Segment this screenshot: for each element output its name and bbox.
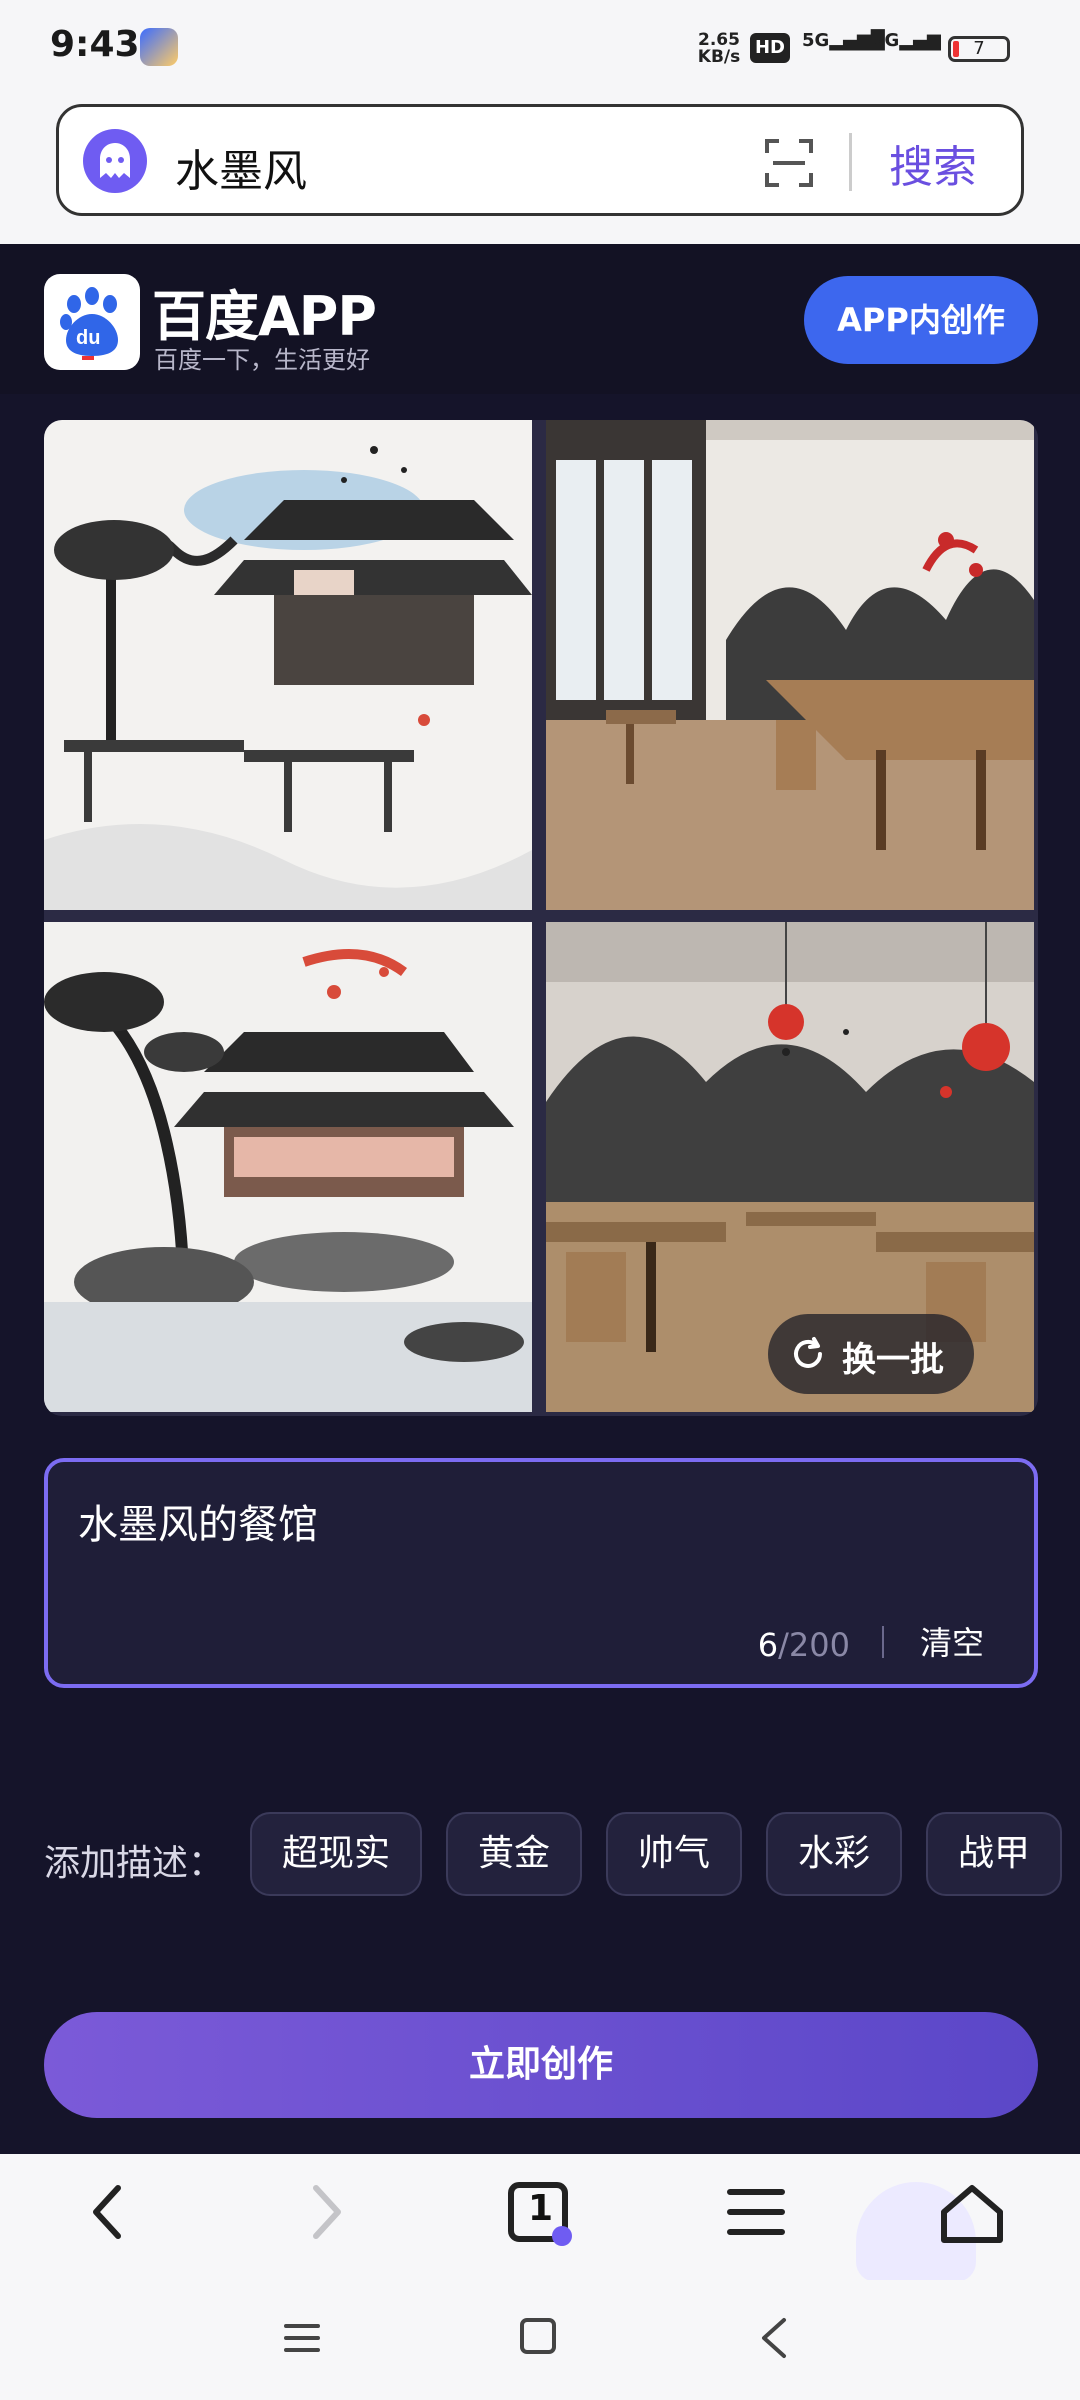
app-notification-icon (140, 28, 178, 66)
tag-armor[interactable]: 战甲 (926, 1812, 1062, 1896)
browser-search-bar: 水墨风 搜索 (0, 98, 1080, 244)
hd-badge: HD (750, 33, 790, 63)
scan-icon[interactable] (759, 133, 819, 193)
network-speed: 2.65 KB/s (697, 30, 741, 67)
svg-text:du: du (76, 327, 100, 349)
tabs-count: 1 (528, 2188, 554, 2229)
search-box[interactable]: 水墨风 搜索 (56, 104, 1024, 216)
refresh-icon (794, 1337, 822, 1368)
generated-image-grid (44, 420, 1038, 1416)
search-button[interactable]: 搜索 (889, 131, 977, 195)
browser-bottom-nav: 1 (0, 2154, 1080, 2282)
system-nav-bar (0, 2280, 1080, 2400)
clear-button[interactable]: 清空 (920, 1618, 984, 1664)
back-icon[interactable] (88, 2182, 128, 2242)
counter-divider (882, 1626, 884, 1658)
battery-icon: 7 (948, 36, 1010, 62)
baidu-logo-icon: du (44, 274, 140, 370)
menu-icon[interactable] (726, 2182, 786, 2242)
search-divider (849, 133, 852, 191)
tag-watercolor[interactable]: 水彩 (766, 1812, 902, 1896)
ai-creation-panel: du 百度APP 百度一下，生活更好 APP内创作 换一批 水墨风的餐馆 6/2… (0, 244, 1080, 2154)
add-description-label: 添加描述： (44, 1843, 225, 1884)
recent-apps-icon[interactable] (282, 2318, 322, 2358)
brand-slogan: 百度一下，生活更好 (154, 346, 370, 374)
char-counter: 6/200 (757, 1626, 850, 1664)
back-nav-icon[interactable] (756, 2316, 792, 2360)
create-now-button[interactable]: 立即创作 (44, 2012, 1038, 2118)
generated-image-3[interactable] (44, 922, 532, 1412)
create-in-app-button[interactable]: APP内创作 (804, 276, 1038, 364)
tag-surreal[interactable]: 超现实 (250, 1812, 422, 1896)
clock: 9:43 (50, 24, 140, 65)
tag-gold[interactable]: 黄金 (446, 1812, 582, 1896)
tag-handsome[interactable]: 帅气 (606, 1812, 742, 1896)
status-bar: 9:43 2.65 KB/s HD 5G▂▄▆█ 5G▂▄▆ 7 (0, 0, 1080, 98)
prompt-text[interactable]: 水墨风的餐馆 (78, 1492, 318, 1550)
forward-icon[interactable] (306, 2182, 346, 2242)
prompt-textarea[interactable]: 水墨风的餐馆 6/200 清空 (44, 1458, 1038, 1688)
ghost-logo-icon[interactable] (83, 129, 147, 193)
search-input[interactable]: 水墨风 (175, 135, 307, 199)
generated-image-1[interactable] (44, 420, 532, 910)
generated-image-2[interactable] (546, 420, 1034, 910)
signal-icon-2: 5G▂▄▆ (872, 30, 941, 51)
baidu-header: du 百度APP 百度一下，生活更好 APP内创作 (0, 244, 1080, 394)
refresh-batch-button[interactable]: 换一批 (768, 1314, 974, 1394)
tabs-button[interactable]: 1 (508, 2182, 572, 2246)
home-icon[interactable] (938, 2182, 1006, 2246)
home-nav-icon[interactable] (518, 2316, 558, 2356)
